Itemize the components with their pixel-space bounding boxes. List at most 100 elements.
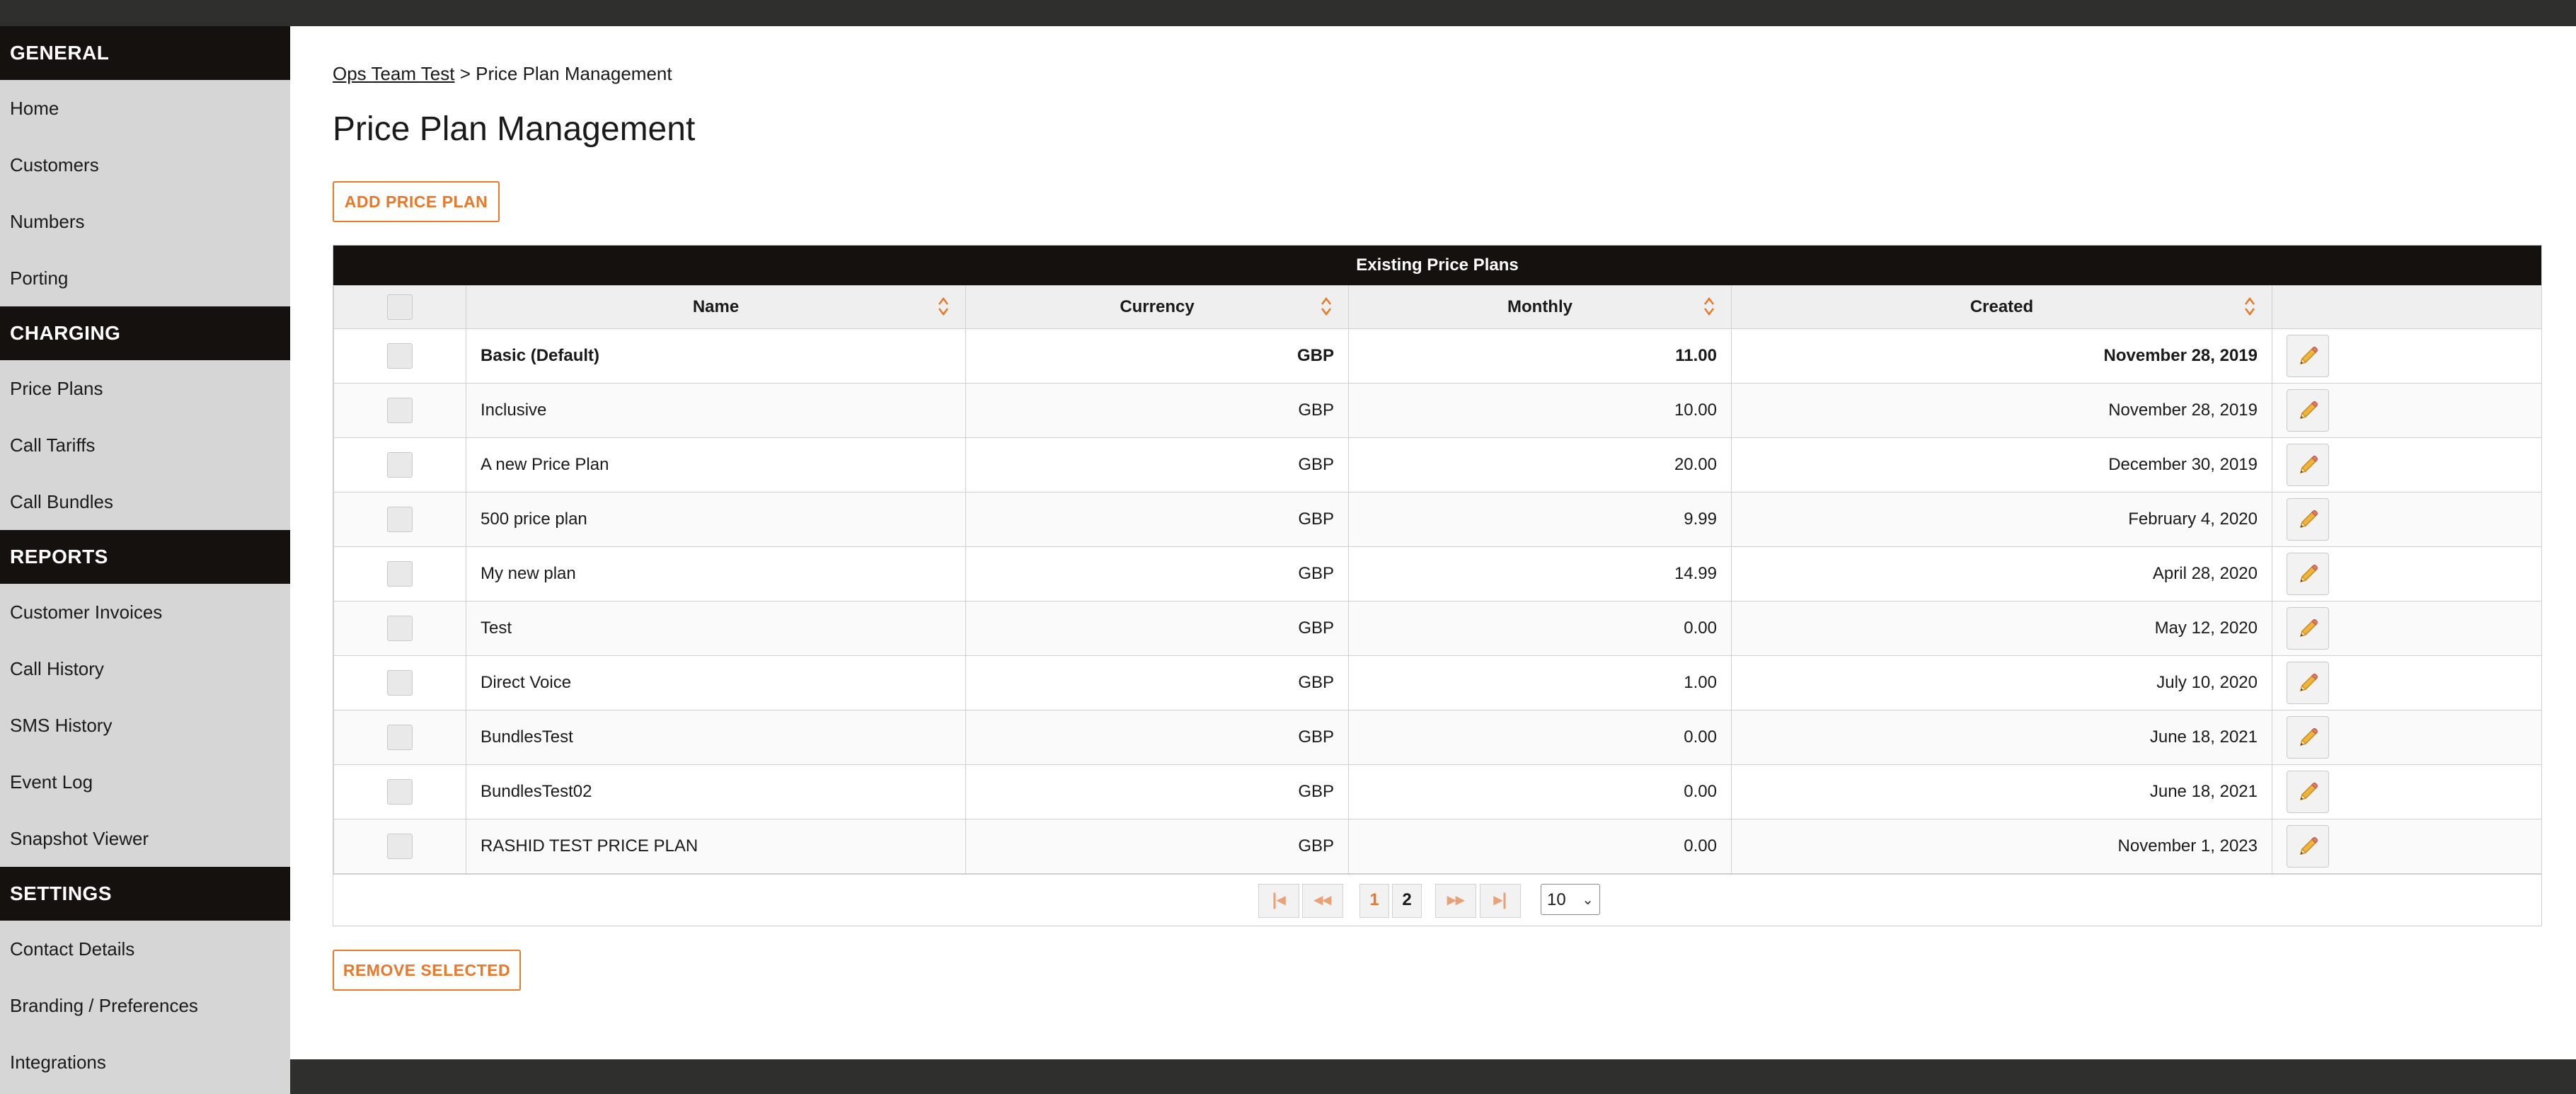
add-price-plan-button[interactable]: ADD PRICE PLAN — [333, 181, 500, 222]
sidebar-section-reports: REPORTS — [0, 530, 290, 584]
sidebar-item-numbers[interactable]: Numbers — [0, 193, 290, 250]
pencil-icon — [2296, 346, 2320, 365]
row-select-cell — [333, 546, 466, 601]
actions-cell — [2272, 437, 2542, 493]
sidebar-item-integrations[interactable]: Integrations — [0, 1034, 290, 1090]
sort-icon[interactable] — [938, 296, 948, 317]
column-label-name: Name — [692, 297, 740, 316]
pencil-icon — [2296, 509, 2320, 529]
plan-name-cell: A new Price Plan — [466, 437, 966, 493]
sidebar-item-porting[interactable]: Porting — [0, 250, 290, 306]
row-checkbox[interactable] — [387, 452, 413, 478]
breadcrumb: Ops Team Test > Price Plan Management — [333, 63, 672, 85]
breadcrumb-current: Price Plan Management — [476, 63, 672, 84]
plan-name-cell: Test — [466, 601, 966, 656]
page-button-1[interactable]: 1 — [1359, 884, 1389, 918]
sort-icon[interactable] — [1704, 296, 1714, 317]
column-header-monthly[interactable]: Monthly — [1348, 285, 1732, 329]
row-checkbox[interactable] — [387, 670, 413, 696]
column-label-created: Created — [1970, 297, 2034, 316]
page-size-select[interactable]: 10 ⌄ — [1541, 884, 1600, 915]
monthly-cell: 11.00 — [1348, 328, 1732, 384]
edit-button[interactable] — [2287, 716, 2329, 759]
pagination: |◂ ◂◂ 1 2 ▸▸ ▸| 10 ⌄ — [333, 874, 2541, 926]
column-header-created[interactable]: Created — [1731, 285, 2272, 329]
sidebar-item-home[interactable]: Home — [0, 80, 290, 137]
plan-name-cell: Direct Voice — [466, 655, 966, 710]
monthly-cell: 0.00 — [1348, 764, 1732, 819]
table-row: Direct Voice GBP 1.00 July 10, 2020 — [333, 655, 2542, 710]
table-row: BundlesTest02 GBP 0.00 June 18, 2021 — [333, 764, 2542, 819]
pencil-icon — [2296, 401, 2320, 420]
plan-name-cell: My new plan — [466, 546, 966, 601]
sidebar-item-branding-preferences[interactable]: Branding / Preferences — [0, 977, 290, 1034]
row-checkbox[interactable] — [387, 507, 413, 532]
sidebar-item-call-history[interactable]: Call History — [0, 640, 290, 697]
row-checkbox[interactable] — [387, 343, 413, 369]
currency-cell: GBP — [965, 437, 1349, 493]
created-cell: December 30, 2019 — [1731, 437, 2272, 493]
edit-button[interactable] — [2287, 389, 2329, 432]
sort-icon[interactable] — [1321, 296, 1331, 317]
plan-name-cell: Inclusive — [466, 383, 966, 438]
remove-selected-button[interactable]: REMOVE SELECTED — [333, 950, 521, 991]
actions-cell — [2272, 546, 2542, 601]
created-cell: February 4, 2020 — [1731, 492, 2272, 547]
monthly-cell: 0.00 — [1348, 601, 1732, 656]
sidebar-item-event-log[interactable]: Event Log — [0, 754, 290, 810]
pencil-icon — [2296, 618, 2320, 638]
column-label-monthly: Monthly — [1507, 297, 1572, 316]
select-all-checkbox[interactable] — [387, 294, 413, 320]
sidebar-item-customer-invoices[interactable]: Customer Invoices — [0, 584, 290, 640]
last-page-button[interactable]: ▸| — [1480, 884, 1521, 918]
edit-button[interactable] — [2287, 607, 2329, 650]
row-select-cell — [333, 764, 466, 819]
sidebar-item-customers[interactable]: Customers — [0, 137, 290, 193]
row-checkbox[interactable] — [387, 834, 413, 859]
row-checkbox[interactable] — [387, 398, 413, 423]
row-checkbox[interactable] — [387, 561, 413, 587]
breadcrumb-separator: > — [459, 63, 471, 84]
sidebar-item-call-bundles[interactable]: Call Bundles — [0, 473, 290, 530]
edit-button[interactable] — [2287, 444, 2329, 486]
top-bar — [0, 0, 2576, 26]
column-header-name[interactable]: Name — [466, 285, 966, 329]
sidebar-item-call-tariffs[interactable]: Call Tariffs — [0, 417, 290, 473]
next-page-button[interactable]: ▸▸ — [1435, 884, 1476, 918]
sidebar-item-snapshot-viewer[interactable]: Snapshot Viewer — [0, 810, 290, 867]
currency-cell: GBP — [965, 546, 1349, 601]
row-select-cell — [333, 819, 466, 874]
table-row: 500 price plan GBP 9.99 February 4, 2020 — [333, 492, 2542, 547]
row-checkbox[interactable] — [387, 725, 413, 750]
currency-cell: GBP — [965, 819, 1349, 874]
edit-button[interactable] — [2287, 553, 2329, 595]
first-page-button[interactable]: |◂ — [1258, 884, 1299, 918]
breadcrumb-parent-link[interactable]: Ops Team Test — [333, 63, 454, 84]
edit-button[interactable] — [2287, 771, 2329, 813]
monthly-cell: 1.00 — [1348, 655, 1732, 710]
created-cell: June 18, 2021 — [1731, 764, 2272, 819]
pencil-icon — [2296, 455, 2320, 474]
edit-button[interactable] — [2287, 825, 2329, 868]
edit-button[interactable] — [2287, 662, 2329, 704]
edit-button[interactable] — [2287, 335, 2329, 377]
plan-name-cell: 500 price plan — [466, 492, 966, 547]
table-row: My new plan GBP 14.99 April 28, 2020 — [333, 546, 2542, 601]
row-select-cell — [333, 492, 466, 547]
edit-button[interactable] — [2287, 498, 2329, 541]
sidebar-item-contact-details[interactable]: Contact Details — [0, 921, 290, 977]
page-button-2[interactable]: 2 — [1392, 884, 1422, 918]
plan-name-cell: BundlesTest — [466, 710, 966, 765]
prev-page-button[interactable]: ◂◂ — [1302, 884, 1343, 918]
column-header-currency[interactable]: Currency — [965, 285, 1349, 329]
pencil-icon — [2296, 727, 2320, 747]
sidebar-item-sms-history[interactable]: SMS History — [0, 697, 290, 754]
sidebar-section-charging: CHARGING — [0, 306, 290, 360]
row-checkbox[interactable] — [387, 779, 413, 805]
sidebar-item-price-plans[interactable]: Price Plans — [0, 360, 290, 417]
currency-cell: GBP — [965, 328, 1349, 384]
actions-cell — [2272, 492, 2542, 547]
row-checkbox[interactable] — [387, 616, 413, 641]
sort-icon[interactable] — [2245, 296, 2255, 317]
table-title: Existing Price Plans — [333, 246, 2541, 285]
